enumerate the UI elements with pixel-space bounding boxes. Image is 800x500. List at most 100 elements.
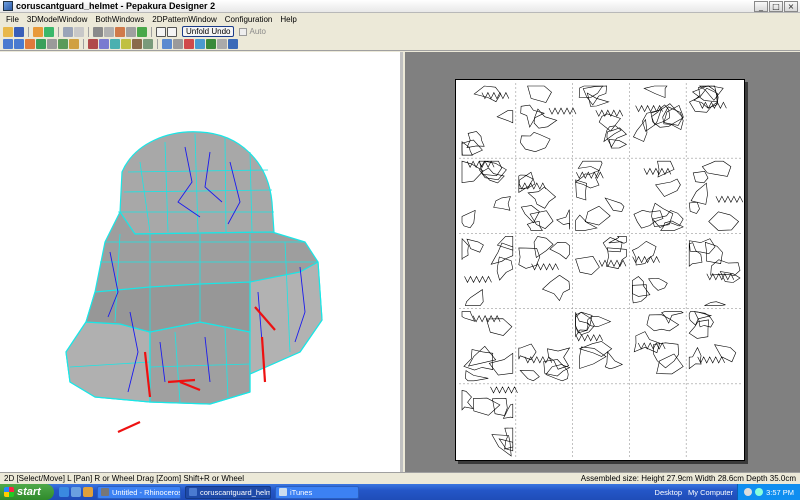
pattern-piece[interactable] bbox=[502, 403, 514, 419]
pattern-piece[interactable] bbox=[604, 350, 624, 370]
pattern-piece[interactable] bbox=[663, 104, 684, 126]
menu-file[interactable]: File bbox=[2, 15, 23, 24]
my-computer-link[interactable]: My Computer bbox=[688, 488, 733, 497]
pattern-piece[interactable] bbox=[714, 344, 737, 363]
save-icon[interactable] bbox=[14, 26, 24, 37]
pattern-piece[interactable] bbox=[574, 169, 600, 189]
pattern-piece[interactable] bbox=[632, 118, 648, 142]
rotate-icon[interactable] bbox=[126, 26, 136, 37]
print-icon[interactable] bbox=[173, 39, 183, 49]
pattern-piece[interactable] bbox=[688, 201, 700, 214]
pattern-piece[interactable] bbox=[547, 347, 571, 370]
pattern-piece[interactable] bbox=[688, 238, 716, 255]
pattern-piece[interactable] bbox=[491, 434, 512, 457]
pattern-tabs[interactable] bbox=[548, 107, 577, 115]
volume-icon[interactable] bbox=[744, 488, 753, 496]
pattern-piece[interactable] bbox=[586, 92, 610, 107]
refresh-icon[interactable] bbox=[206, 39, 216, 49]
pattern-piece[interactable] bbox=[643, 85, 668, 99]
pattern-tabs[interactable] bbox=[637, 342, 666, 350]
pattern-piece[interactable] bbox=[520, 131, 551, 153]
pattern-piece[interactable] bbox=[584, 205, 611, 226]
pattern-piece[interactable] bbox=[490, 242, 514, 265]
pattern-piece[interactable] bbox=[461, 390, 474, 411]
help-icon[interactable] bbox=[228, 39, 238, 49]
task-rhinoceros[interactable]: Untitled - Rhinoceros bbox=[97, 485, 181, 499]
auto-checkbox-box[interactable] bbox=[239, 27, 248, 36]
pattern-piece[interactable] bbox=[688, 346, 702, 370]
flap-icon[interactable] bbox=[104, 26, 114, 37]
window-single-icon[interactable] bbox=[156, 26, 166, 37]
pattern-piece[interactable] bbox=[688, 242, 703, 267]
open-folder-icon[interactable] bbox=[3, 26, 13, 37]
pattern-piece[interactable] bbox=[466, 238, 484, 253]
pattern-piece[interactable] bbox=[461, 141, 473, 156]
pattern-piece[interactable] bbox=[655, 178, 681, 197]
minimize-button[interactable]: _ bbox=[754, 1, 768, 12]
model-color-icon[interactable] bbox=[44, 26, 54, 37]
pattern-piece[interactable] bbox=[608, 236, 627, 244]
pattern-piece[interactable] bbox=[710, 259, 741, 276]
pattern-piece[interactable] bbox=[701, 160, 732, 177]
select-icon[interactable] bbox=[25, 39, 35, 49]
texture-icon[interactable] bbox=[74, 26, 84, 37]
pattern-tabs[interactable] bbox=[524, 356, 553, 364]
flap-edit-icon[interactable] bbox=[88, 39, 98, 49]
pattern-piece[interactable] bbox=[527, 85, 552, 103]
pattern-piece[interactable] bbox=[465, 289, 484, 306]
pattern-tabs[interactable] bbox=[697, 356, 725, 364]
pattern-piece[interactable] bbox=[602, 237, 623, 253]
unfold-undo-button[interactable]: Unfold Undo bbox=[182, 26, 235, 37]
pattern-tabs[interactable] bbox=[575, 334, 603, 342]
3d-model-view[interactable] bbox=[0, 52, 403, 472]
media-player-icon[interactable] bbox=[83, 487, 93, 497]
settings-icon[interactable] bbox=[217, 39, 227, 49]
pattern-tabs[interactable] bbox=[490, 386, 518, 394]
pattern-tabs[interactable] bbox=[576, 171, 604, 179]
pattern-piece[interactable] bbox=[577, 160, 603, 171]
pattern-piece[interactable] bbox=[461, 209, 476, 229]
pattern-piece[interactable] bbox=[529, 210, 554, 229]
pattern-tabs[interactable] bbox=[598, 259, 627, 267]
join-icon[interactable] bbox=[47, 39, 57, 49]
window-split-icon[interactable] bbox=[167, 26, 177, 37]
pattern-piece[interactable] bbox=[648, 278, 668, 291]
fold-icon[interactable] bbox=[69, 39, 79, 49]
pattern-tabs[interactable] bbox=[699, 101, 727, 109]
close-button[interactable]: × bbox=[784, 1, 798, 12]
text-icon[interactable] bbox=[121, 39, 131, 49]
start-button[interactable]: start bbox=[0, 484, 54, 500]
pattern-piece[interactable] bbox=[556, 209, 570, 230]
pattern-piece[interactable] bbox=[504, 427, 514, 450]
pattern-piece[interactable] bbox=[604, 197, 625, 212]
show-desktop-icon[interactable] bbox=[71, 487, 81, 497]
pattern-tabs[interactable] bbox=[481, 91, 510, 100]
ie-icon[interactable] bbox=[59, 487, 69, 497]
pattern-piece[interactable] bbox=[632, 276, 651, 297]
pattern-piece[interactable] bbox=[657, 160, 675, 178]
pattern-piece[interactable] bbox=[466, 131, 485, 148]
pattern-piece[interactable] bbox=[575, 255, 600, 275]
title-bar[interactable]: coruscantguard_helmet - Pepakura Designe… bbox=[0, 0, 800, 13]
pattern-piece[interactable] bbox=[533, 236, 554, 259]
pattern-piece[interactable] bbox=[541, 274, 570, 302]
pattern-piece[interactable] bbox=[633, 331, 661, 354]
pattern-piece[interactable] bbox=[519, 370, 540, 382]
edge-icon[interactable] bbox=[115, 26, 125, 37]
pattern-piece[interactable] bbox=[690, 182, 708, 205]
network-icon[interactable] bbox=[755, 488, 764, 496]
pattern-piece[interactable] bbox=[575, 311, 593, 338]
pattern-piece[interactable] bbox=[493, 196, 511, 211]
undo-icon[interactable] bbox=[3, 39, 13, 49]
menu-help[interactable]: Help bbox=[276, 15, 300, 24]
redo-icon[interactable] bbox=[14, 39, 24, 49]
pattern-piece[interactable] bbox=[646, 314, 680, 332]
pattern-piece[interactable] bbox=[578, 341, 613, 357]
clock[interactable]: 3:57 PM bbox=[766, 488, 794, 497]
pattern-piece[interactable] bbox=[543, 359, 571, 377]
menu-3dmodelwindow[interactable]: 3DModelWindow bbox=[23, 15, 91, 24]
auto-checkbox[interactable]: Auto bbox=[239, 27, 266, 36]
pattern-piece[interactable] bbox=[708, 211, 740, 231]
split-icon[interactable] bbox=[58, 39, 68, 49]
pattern-piece[interactable] bbox=[688, 311, 713, 326]
